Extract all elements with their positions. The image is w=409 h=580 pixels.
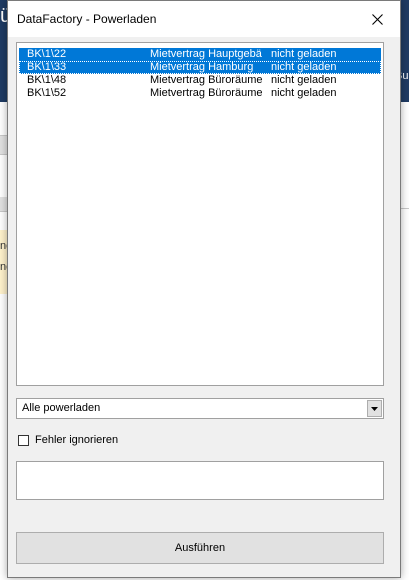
chevron-down-icon — [371, 406, 378, 411]
close-button[interactable] — [354, 1, 400, 37]
list-item-description: Mietvertrag Hauptgebä — [150, 48, 262, 60]
document-list[interactable]: BK\1\22 Mietvertrag Hauptgebä nicht gelade… — [16, 42, 384, 386]
list-item-status: nicht geladen — [271, 48, 337, 60]
ignore-errors-option[interactable]: Fehler ignorieren — [18, 433, 118, 447]
dialog-titlebar[interactable]: DataFactory - Powerladen — [8, 1, 400, 37]
list-item-id: BK\1\52 — [27, 87, 67, 99]
run-button[interactable]: Ausführen — [16, 532, 384, 564]
list-item-status: nicht geladen — [271, 61, 337, 73]
list-item[interactable]: BK\1\22 Mietvertrag Hauptgebä nicht gelade… — [19, 48, 381, 61]
output-textbox[interactable] — [16, 461, 384, 500]
list-item-status: nicht geladen — [271, 87, 337, 99]
close-icon — [371, 13, 383, 25]
list-item[interactable]: BK\1\52 Mietvertrag Büroräume nicht gelade… — [19, 87, 381, 100]
dialog-title: DataFactory - Powerladen — [17, 12, 157, 26]
list-item-description: Mietvertrag Büroräume — [150, 87, 263, 99]
powerladen-dialog: DataFactory - Powerladen BK\1\22 Mietvert… — [7, 0, 401, 578]
list-item-id: BK\1\48 — [27, 74, 67, 86]
list-item[interactable]: BK\1\48 Mietvertrag Büroräume nicht gelade… — [19, 74, 381, 87]
list-item-status: nicht geladen — [271, 74, 337, 86]
mode-select[interactable]: Alle powerladen — [16, 398, 384, 419]
list-item[interactable]: BK\1\33 Mietvertrag Hamburg nicht geladen — [19, 61, 381, 74]
ignore-errors-checkbox[interactable] — [18, 434, 29, 446]
mode-select-dropdown-button[interactable] — [367, 400, 382, 417]
mode-select-value: Alle powerladen — [22, 402, 101, 414]
list-item-id: BK\1\33 — [27, 61, 67, 73]
list-item-id: BK\1\22 — [27, 48, 67, 60]
list-item-description: Mietvertrag Büroräume — [150, 74, 263, 86]
list-item-description: Mietvertrag Hamburg — [150, 61, 254, 73]
ignore-errors-label: Fehler ignorieren — [35, 434, 119, 446]
